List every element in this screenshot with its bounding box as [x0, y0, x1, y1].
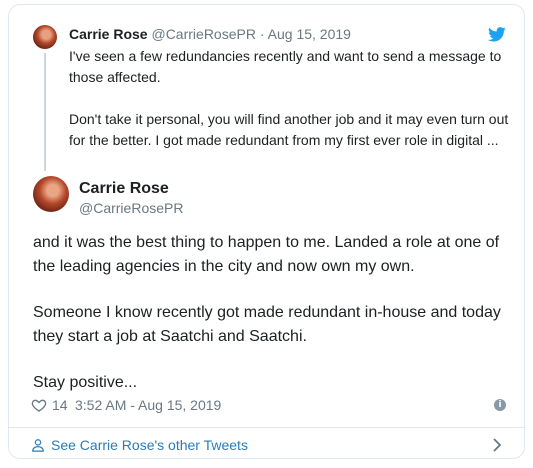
person-icon [32, 439, 44, 452]
author-avatar[interactable] [33, 176, 69, 212]
parent-tweet-date[interactable]: Aug 15, 2019 [268, 26, 351, 42]
tweet-text: and it was the best thing to happen to m… [33, 231, 503, 395]
tweet-paragraph: Stay positive... [33, 374, 138, 391]
tweet-paragraph: Someone I know recently got made redunda… [33, 304, 501, 345]
tweet-paragraph: and it was the best thing to happen to m… [33, 234, 500, 275]
parent-tweet-text: I've seen a few redundancies recently an… [69, 46, 509, 151]
see-other-tweets-footer[interactable]: See Carrie Rose's other Tweets [9, 428, 524, 458]
author-name[interactable]: Carrie Rose [79, 179, 169, 199]
parent-tweet[interactable]: Carrie Rose @CarrieRosePR · Aug 15, 2019… [9, 5, 524, 171]
parent-avatar[interactable] [33, 25, 57, 49]
parent-paragraph: Don't take it personal, you will find an… [69, 111, 509, 148]
like-count[interactable]: 14 [52, 394, 68, 416]
parent-paragraph: I've seen a few redundancies recently an… [69, 48, 502, 85]
meta-separator: · [259, 26, 265, 42]
info-icon[interactable]: i [494, 399, 506, 411]
parent-tweet-header: Carrie Rose @CarrieRosePR · Aug 15, 2019 [69, 25, 351, 43]
tweet-timestamp[interactable]: 3:52 AM - Aug 15, 2019 [75, 394, 221, 416]
author-handle[interactable]: @CarrieRosePR [79, 199, 183, 217]
chevron-right-icon[interactable] [492, 438, 502, 452]
parent-author-name[interactable]: Carrie Rose [69, 26, 148, 42]
embedded-tweet-card: Carrie Rose @CarrieRosePR · Aug 15, 2019… [8, 4, 525, 459]
tweet-meta-row: 14 3:52 AM - Aug 15, 2019 i [31, 394, 509, 416]
heart-icon[interactable] [31, 397, 47, 413]
parent-author-handle[interactable]: @CarrieRosePR [151, 26, 255, 42]
thread-connector-line [44, 53, 46, 171]
see-other-tweets-link[interactable]: See Carrie Rose's other Tweets [51, 436, 248, 454]
twitter-bird-icon[interactable] [488, 27, 506, 42]
